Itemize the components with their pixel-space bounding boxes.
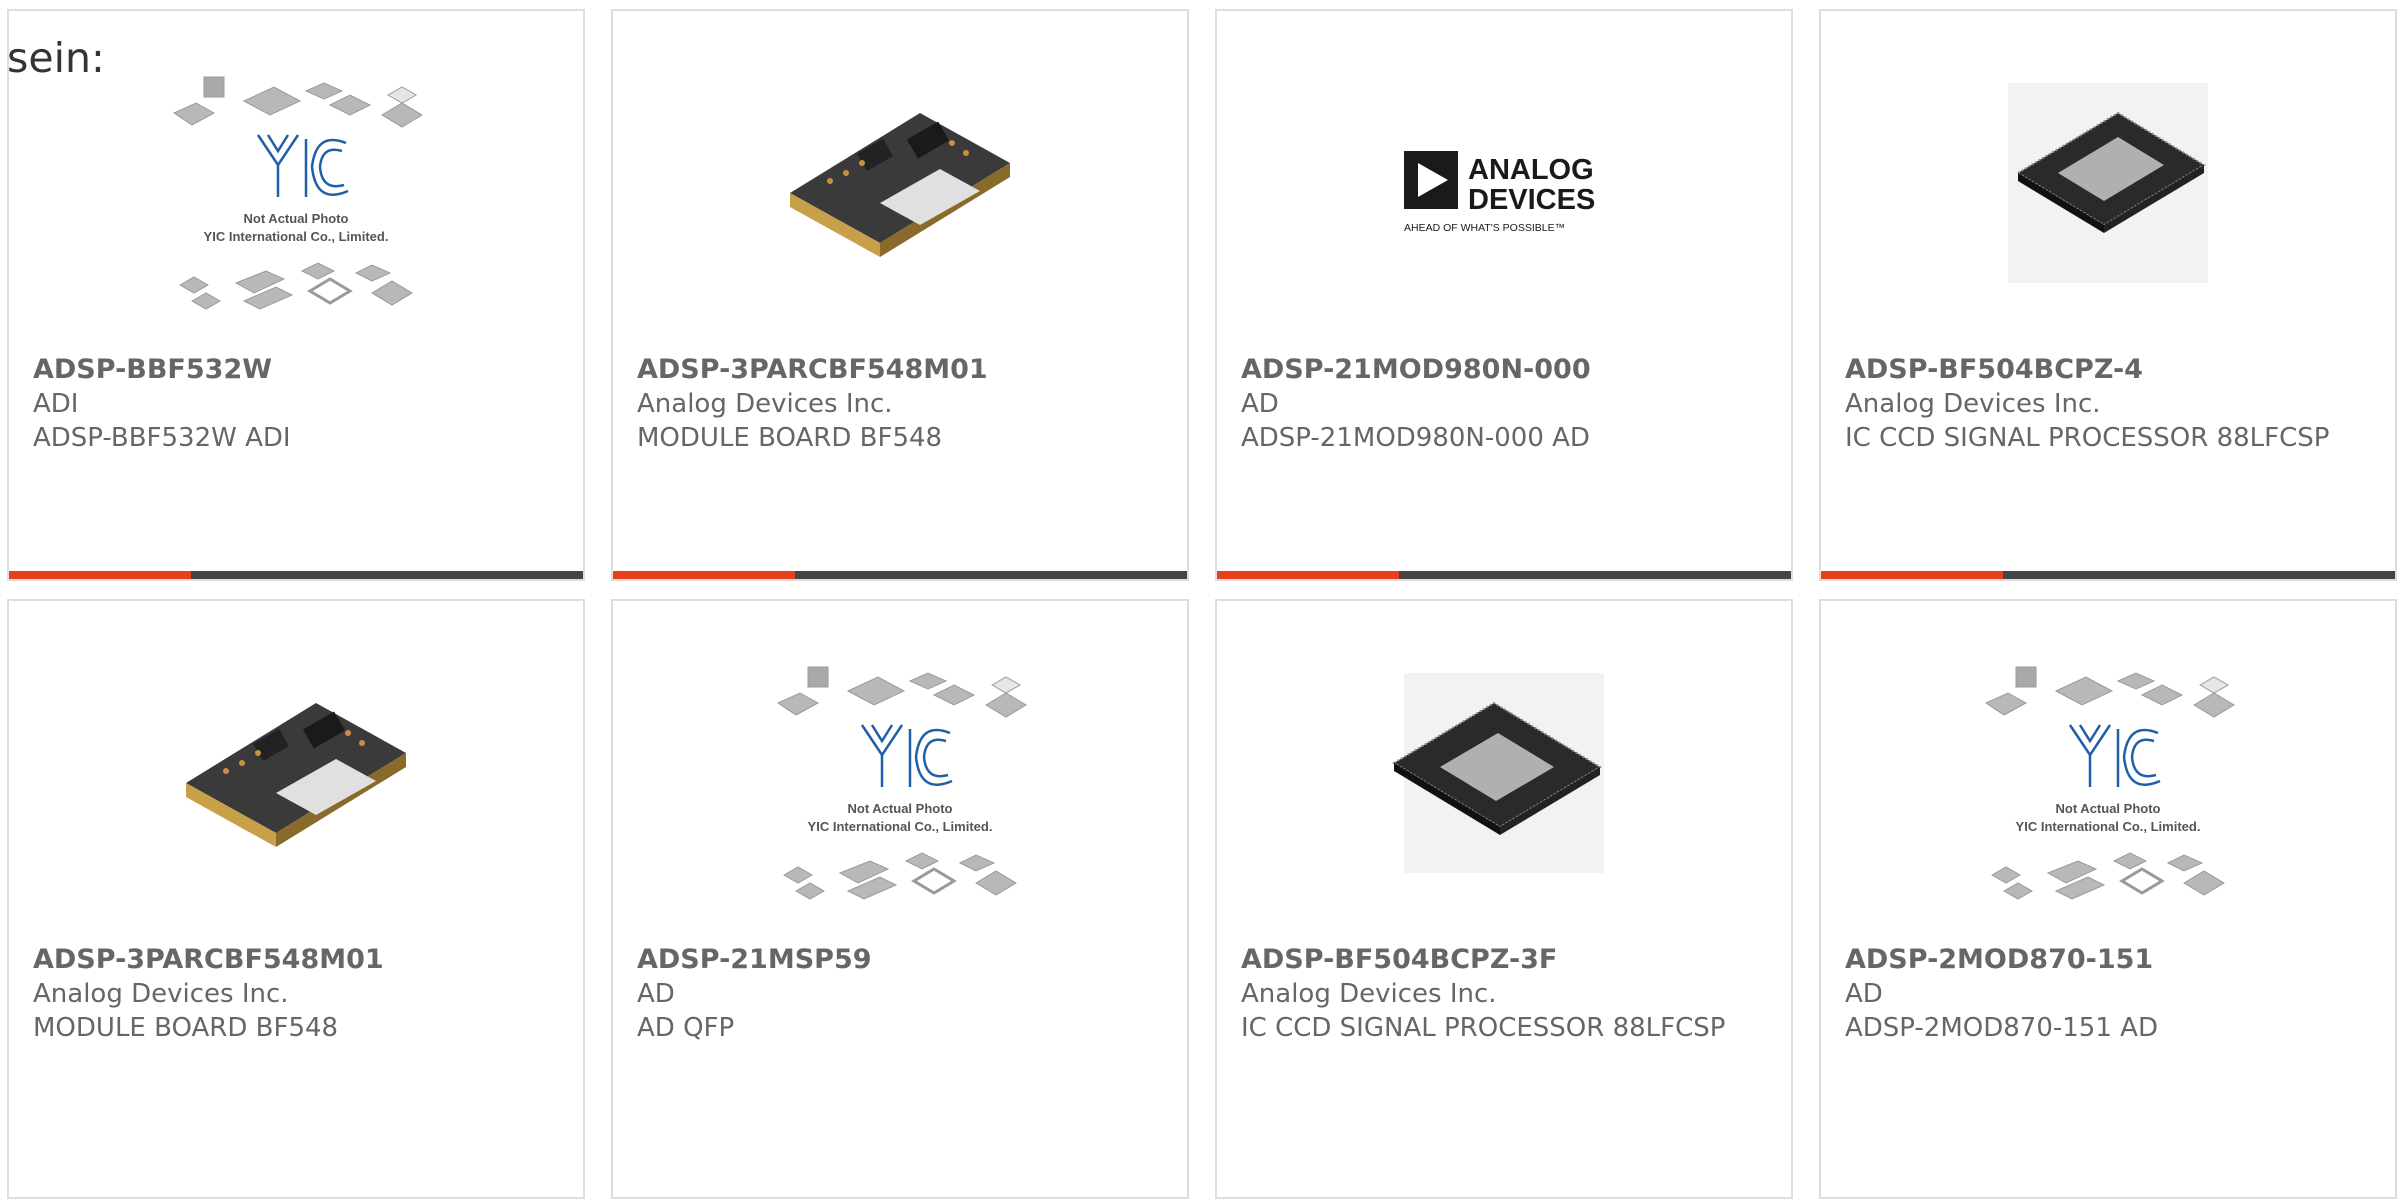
product-info: ADSP-2MOD870-151 AD ADSP-2MOD870-151 AD: [1845, 943, 2371, 1045]
yic-placeholder-image: Not Actual Photo YIC International Co., …: [172, 76, 423, 310]
product-image[interactable]: [1978, 73, 2238, 325]
part-number-link[interactable]: ADSP-BF504BCPZ-3F: [1241, 943, 1767, 977]
product-image[interactable]: ANALOG DEVICES AHEAD OF WHAT'S POSSIBLE™: [1374, 73, 1634, 325]
product-description: ADSP-2MOD870-151 AD: [1845, 1013, 2158, 1043]
product-card[interactable]: ANALOG DEVICES AHEAD OF WHAT'S POSSIBLE™…: [1215, 9, 1793, 581]
product-card[interactable]: Not Actual Photo YIC International Co., …: [1819, 599, 2397, 1199]
card-accent-bar: [9, 571, 191, 579]
product-image[interactable]: [770, 73, 1030, 325]
product-image[interactable]: [166, 663, 426, 915]
card-bottom-bar: [1821, 571, 2395, 579]
product-description: MODULE BOARD BF548: [637, 423, 943, 453]
module-board-image: [790, 113, 1010, 257]
intro-text: sein:: [7, 34, 105, 82]
analog-devices-logo: ANALOG DEVICES AHEAD OF WHAT'S POSSIBLE™: [1404, 151, 1595, 234]
logo-line-1: ANALOG: [1468, 154, 1594, 186]
part-number-link[interactable]: ADSP-3PARCBF548M01: [637, 353, 1163, 387]
manufacturer: Analog Devices Inc.: [1845, 389, 2101, 419]
product-card[interactable]: ADSP-BF504BCPZ-4 Analog Devices Inc. IC …: [1819, 9, 2397, 581]
manufacturer: AD: [637, 979, 675, 1009]
product-card[interactable]: ADSP-BF504BCPZ-3F Analog Devices Inc. IC…: [1215, 599, 1793, 1199]
part-number-link[interactable]: ADSP-2MOD870-151: [1845, 943, 2371, 977]
product-description: IC CCD SIGNAL PROCESSOR 88LFCSP: [1845, 423, 2330, 453]
image-caption-line-1: Not Actual Photo: [2056, 801, 2161, 816]
image-caption-line-2: YIC International Co., Limited.: [204, 229, 389, 244]
product-image[interactable]: Not Actual Photo YIC International Co., …: [166, 73, 426, 325]
manufacturer: ADI: [33, 389, 79, 419]
product-info: ADSP-BBF532W ADI ADSP-BBF532W ADI: [33, 353, 559, 455]
card-accent-bar: [613, 571, 795, 579]
part-number-link[interactable]: ADSP-21MOD980N-000: [1241, 353, 1767, 387]
image-caption-line-1: Not Actual Photo: [244, 211, 349, 226]
image-caption-line-2: YIC International Co., Limited.: [808, 819, 993, 834]
card-bottom-bar: [1217, 571, 1791, 579]
product-info: ADSP-BF504BCPZ-3F Analog Devices Inc. IC…: [1241, 943, 1767, 1045]
part-number-link[interactable]: ADSP-BF504BCPZ-4: [1845, 353, 2371, 387]
product-description: ADSP-BBF532W ADI: [33, 423, 291, 453]
product-description: ADSP-21MOD980N-000 AD: [1241, 423, 1590, 453]
card-accent-bar: [1821, 571, 2003, 579]
lfcsp-chip-image: [2008, 83, 2208, 283]
image-caption-line-1: Not Actual Photo: [848, 801, 953, 816]
image-caption-line-2: YIC International Co., Limited.: [2016, 819, 2201, 834]
product-card[interactable]: Not Actual Photo YIC International Co., …: [7, 9, 585, 581]
logo-tagline: AHEAD OF WHAT'S POSSIBLE™: [1404, 222, 1565, 234]
product-description: AD QFP: [637, 1013, 735, 1043]
card-accent-bar: [1217, 571, 1399, 579]
part-number-link[interactable]: ADSP-3PARCBF548M01: [33, 943, 559, 977]
yic-placeholder-image: Not Actual Photo YIC International Co., …: [1984, 666, 2235, 900]
manufacturer: Analog Devices Inc.: [33, 979, 289, 1009]
manufacturer: Analog Devices Inc.: [637, 389, 893, 419]
product-info: ADSP-BF504BCPZ-4 Analog Devices Inc. IC …: [1845, 353, 2371, 455]
product-image[interactable]: Not Actual Photo YIC International Co., …: [770, 663, 1030, 915]
card-bottom-bar: [613, 571, 1187, 579]
part-number-link[interactable]: ADSP-BBF532W: [33, 353, 559, 387]
card-bottom-bar: [9, 571, 583, 579]
manufacturer: AD: [1845, 979, 1883, 1009]
manufacturer: AD: [1241, 389, 1279, 419]
module-board-image: [186, 703, 406, 847]
manufacturer: Analog Devices Inc.: [1241, 979, 1497, 1009]
product-info: ADSP-3PARCBF548M01 Analog Devices Inc. M…: [637, 353, 1163, 455]
product-image[interactable]: [1374, 663, 1634, 915]
product-card[interactable]: Not Actual Photo YIC International Co., …: [611, 599, 1189, 1199]
logo-line-2: DEVICES: [1468, 184, 1595, 216]
product-info: ADSP-21MSP59 AD AD QFP: [637, 943, 1163, 1045]
product-image[interactable]: Not Actual Photo YIC International Co., …: [1978, 663, 2238, 915]
part-number-link[interactable]: ADSP-21MSP59: [637, 943, 1163, 977]
lfcsp-chip-image: [1392, 673, 1604, 873]
product-description: IC CCD SIGNAL PROCESSOR 88LFCSP: [1241, 1013, 1726, 1043]
yic-placeholder-image: Not Actual Photo YIC International Co., …: [776, 666, 1027, 900]
product-card[interactable]: ADSP-3PARCBF548M01 Analog Devices Inc. M…: [7, 599, 585, 1199]
product-description: MODULE BOARD BF548: [33, 1013, 339, 1043]
product-info: ADSP-21MOD980N-000 AD ADSP-21MOD980N-000…: [1241, 353, 1767, 455]
product-info: ADSP-3PARCBF548M01 Analog Devices Inc. M…: [33, 943, 559, 1045]
product-card[interactable]: ADSP-3PARCBF548M01 Analog Devices Inc. M…: [611, 9, 1189, 581]
